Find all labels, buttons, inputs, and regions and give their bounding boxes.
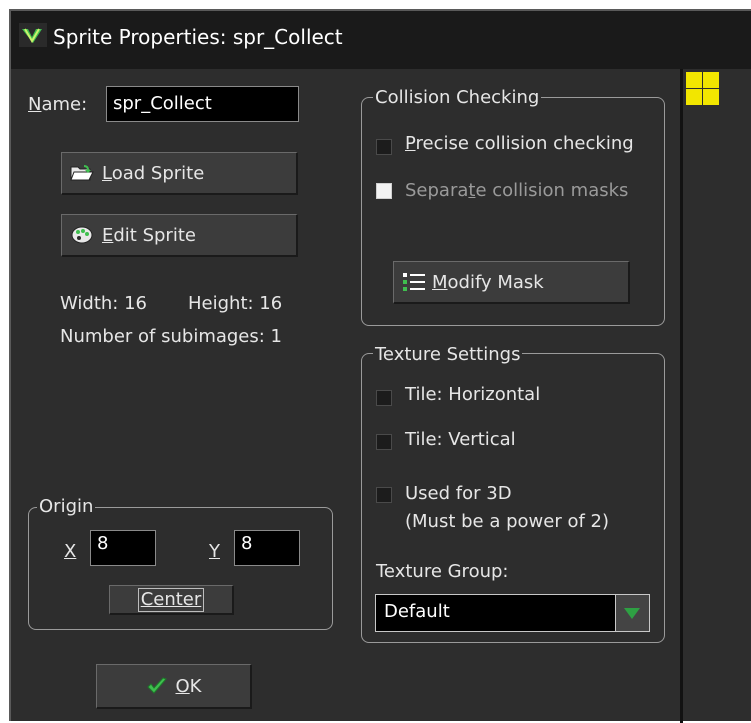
tile-horizontal-label: Tile: Horizontal bbox=[405, 384, 541, 405]
edit-sprite-rest: dit Sprite bbox=[113, 224, 196, 246]
used-3d-note: (Must be a power of 2) bbox=[405, 511, 609, 532]
precise-rest: recise collision checking bbox=[415, 133, 634, 154]
texture-group-label: Texture Group: bbox=[376, 561, 509, 582]
triangle-down-icon bbox=[624, 608, 640, 619]
checkmark-icon bbox=[146, 677, 167, 694]
load-sprite-label: Load Sprite bbox=[102, 163, 204, 184]
separate-before: Separa bbox=[405, 180, 469, 201]
sprite-properties-window: Sprite Properties: spr_Collect Name: spr… bbox=[9, 9, 751, 723]
texture-group-value: Default bbox=[384, 601, 450, 622]
name-input[interactable]: spr_Collect bbox=[106, 86, 299, 122]
ok-label: OK bbox=[176, 676, 202, 697]
palette-icon bbox=[71, 226, 93, 244]
edit-sprite-label: Edit Sprite bbox=[102, 225, 196, 246]
edit-sprite-mnemonic: E bbox=[102, 224, 114, 246]
origin-group-title: Origin bbox=[37, 496, 96, 517]
origin-x-input[interactable]: 8 bbox=[90, 530, 156, 566]
precise-mnemonic: P bbox=[405, 133, 416, 154]
gamemaker-icon bbox=[19, 23, 47, 47]
origin-y-label: Y bbox=[209, 541, 220, 562]
name-label: Name: bbox=[28, 94, 87, 115]
tile-vertical-checkbox[interactable] bbox=[376, 434, 392, 450]
separate-masks-label: Separate collision masks bbox=[405, 180, 628, 201]
separate-rest: e collision masks bbox=[475, 180, 629, 201]
used-3d-checkbox[interactable] bbox=[376, 487, 392, 503]
title-bar: Sprite Properties: spr_Collect bbox=[11, 11, 751, 69]
edit-sprite-button[interactable]: Edit Sprite bbox=[61, 214, 298, 257]
ok-button[interactable]: OK bbox=[96, 664, 252, 709]
used-3d-label: Used for 3D bbox=[405, 483, 512, 504]
subimages-info: Number of subimages: 1 bbox=[60, 326, 282, 347]
ok-mnemonic: O bbox=[175, 675, 190, 697]
origin-y-input[interactable]: 8 bbox=[234, 530, 300, 566]
origin-x-label: X bbox=[64, 541, 77, 562]
precise-collision-label: Precise collision checking bbox=[405, 133, 634, 154]
center-label-text: Center bbox=[140, 588, 202, 610]
center-button[interactable]: Center bbox=[109, 585, 234, 615]
name-label-mnemonic: N bbox=[28, 94, 42, 115]
collision-group-title: Collision Checking bbox=[373, 87, 542, 108]
preview-divider bbox=[680, 69, 683, 723]
modify-mask-label: Modify Mask bbox=[432, 272, 544, 293]
ok-rest: K bbox=[189, 675, 202, 697]
load-sprite-mnemonic: L bbox=[102, 162, 112, 184]
name-label-rest: ame: bbox=[41, 94, 88, 115]
folder-open-icon bbox=[70, 165, 94, 181]
texture-group-title: Texture Settings bbox=[373, 344, 523, 365]
modify-mask-mnemonic: M bbox=[432, 271, 448, 293]
sprite-preview-icon bbox=[686, 72, 719, 105]
modify-mask-rest: odify Mask bbox=[447, 271, 544, 293]
height-info: Height: 16 bbox=[188, 293, 283, 314]
dropdown-arrow[interactable] bbox=[615, 595, 649, 631]
window-title: Sprite Properties: spr_Collect bbox=[53, 25, 343, 49]
center-button-label: Center bbox=[137, 587, 205, 612]
tile-horizontal-checkbox[interactable] bbox=[376, 390, 392, 406]
tile-vertical-label: Tile: Vertical bbox=[405, 429, 516, 450]
load-sprite-rest: oad Sprite bbox=[111, 162, 205, 184]
width-info: Width: 16 bbox=[60, 293, 147, 314]
list-icon bbox=[403, 273, 425, 291]
precise-collision-checkbox[interactable] bbox=[376, 139, 392, 155]
separate-masks-checkbox[interactable] bbox=[376, 183, 392, 199]
texture-group-select[interactable]: Default bbox=[375, 594, 650, 632]
modify-mask-button[interactable]: Modify Mask bbox=[393, 261, 630, 304]
load-sprite-button[interactable]: Load Sprite bbox=[61, 152, 298, 195]
